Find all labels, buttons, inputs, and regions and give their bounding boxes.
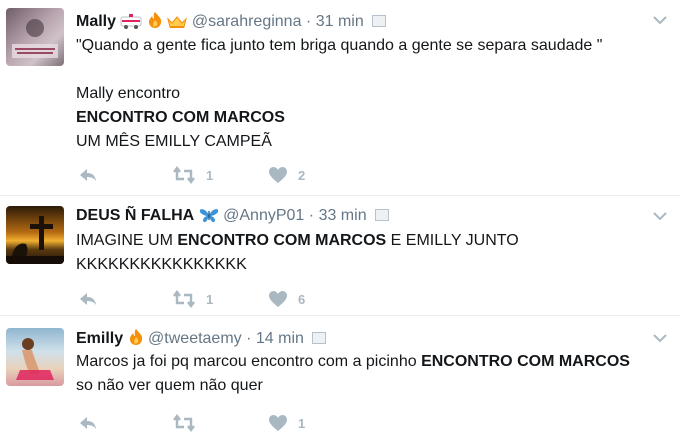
retweet-button[interactable] (172, 412, 206, 434)
username[interactable]: @sarahreginna (192, 13, 302, 30)
heart-icon (269, 415, 287, 431)
retweet-icon (173, 414, 195, 432)
tweet-text-line: "Quando a gente fica junto tem briga qua… (76, 37, 603, 54)
butterfly-emoji (199, 207, 219, 229)
like-button[interactable]: 2 (268, 164, 305, 186)
tweet-text-line: UM MÊS EMILLY CAMPEÃ (76, 133, 272, 150)
tweet-text-line: so não ver quem não quer (76, 377, 263, 394)
timestamp[interactable]: 14 min (256, 330, 304, 347)
display-name[interactable]: Mally (76, 13, 116, 30)
reply-icon (80, 293, 96, 305)
image-placeholder-icon (372, 15, 387, 27)
highlight-text: ENCONTRO COM MARCOS (177, 232, 387, 249)
chevron-down-icon[interactable] (652, 330, 668, 346)
tweet-text-line: Mally encontro (76, 85, 181, 102)
fire-emoji (128, 328, 144, 352)
chevron-down-icon[interactable] (652, 208, 668, 224)
reply-button[interactable] (78, 412, 98, 434)
tweet-text-line: Marcos ja foi pq marcou encontro com a p… (76, 350, 630, 374)
like-count: 2 (298, 167, 306, 183)
separator: · (308, 207, 315, 224)
chevron-down-icon[interactable] (652, 12, 668, 28)
like-button[interactable]: 1 (268, 412, 305, 434)
like-count: 1 (298, 415, 306, 431)
reply-icon (80, 169, 96, 181)
retweet-count: 1 (206, 167, 214, 183)
tweet-text-line: ENCONTRO COM MARCOS (76, 106, 602, 130)
avatar[interactable] (6, 328, 64, 386)
tweet-text-line (76, 58, 602, 82)
tweet[interactable]: Emilly @tweetaemy · 14 min Marcos ja foi… (0, 316, 680, 447)
retweet-button[interactable]: 1 (172, 288, 213, 310)
display-name[interactable]: Emilly (76, 330, 123, 347)
retweet-count: 1 (206, 291, 214, 307)
retweet-icon (173, 166, 195, 184)
like-button[interactable]: 6 (268, 288, 305, 310)
heart-icon (269, 167, 287, 183)
username[interactable]: @tweetaemy (148, 330, 242, 347)
tweet[interactable]: Mally @sarahreginna · 31 min "Quando a g… (0, 0, 680, 196)
tweet-text-line: IMAGINE UM ENCONTRO COM MARCOS E EMILLY … (76, 229, 519, 253)
highlight-text: ENCONTRO COM MARCOS (421, 353, 630, 370)
avatar[interactable] (6, 206, 64, 264)
ambulance-emoji (120, 13, 142, 35)
tweet-text: Marcos ja foi pq marcou encontro com a p… (76, 350, 630, 398)
tweet-text: "Quando a gente fica junto tem briga qua… (76, 34, 602, 154)
image-placeholder-icon (312, 332, 327, 344)
timestamp[interactable]: 31 min (316, 13, 364, 30)
like-count: 6 (298, 291, 306, 307)
fire-emoji (147, 11, 163, 35)
image-placeholder-icon (375, 209, 390, 221)
tweet-header: Mally @sarahreginna · 31 min (76, 11, 387, 35)
separator: · (246, 330, 252, 347)
username[interactable]: @AnnyP01 (223, 207, 304, 224)
text-segment: IMAGINE UM (76, 232, 178, 249)
timestamp[interactable]: 33 min (319, 207, 367, 224)
tweet-header: DEUS Ñ FALHA @AnnyP01 · 33 min (76, 206, 390, 229)
tweet-header: Emilly @tweetaemy · 14 min (76, 328, 327, 352)
reply-button[interactable] (78, 288, 98, 310)
reply-icon (80, 417, 96, 429)
text-segment: Marcos ja foi pq marcou encontro com a p… (76, 353, 422, 370)
retweet-icon (173, 290, 195, 308)
separator: · (305, 13, 312, 30)
display-name[interactable]: DEUS Ñ FALHA (76, 207, 194, 224)
text-segment: E EMILLY JUNTO (386, 232, 519, 249)
avatar[interactable] (6, 8, 64, 66)
crown-emoji (167, 15, 188, 35)
reply-button[interactable] (78, 164, 98, 186)
retweet-button[interactable]: 1 (172, 164, 213, 186)
highlight-text: ENCONTRO COM MARCOS (76, 109, 285, 126)
tweet-text: IMAGINE UM ENCONTRO COM MARCOS E EMILLY … (76, 229, 519, 277)
tweet[interactable]: DEUS Ñ FALHA @AnnyP01 · 33 min IMAGINE U… (0, 196, 680, 316)
tweet-text-line: KKKKKKKKKKKKKKKK (76, 256, 247, 273)
heart-icon (269, 291, 287, 307)
